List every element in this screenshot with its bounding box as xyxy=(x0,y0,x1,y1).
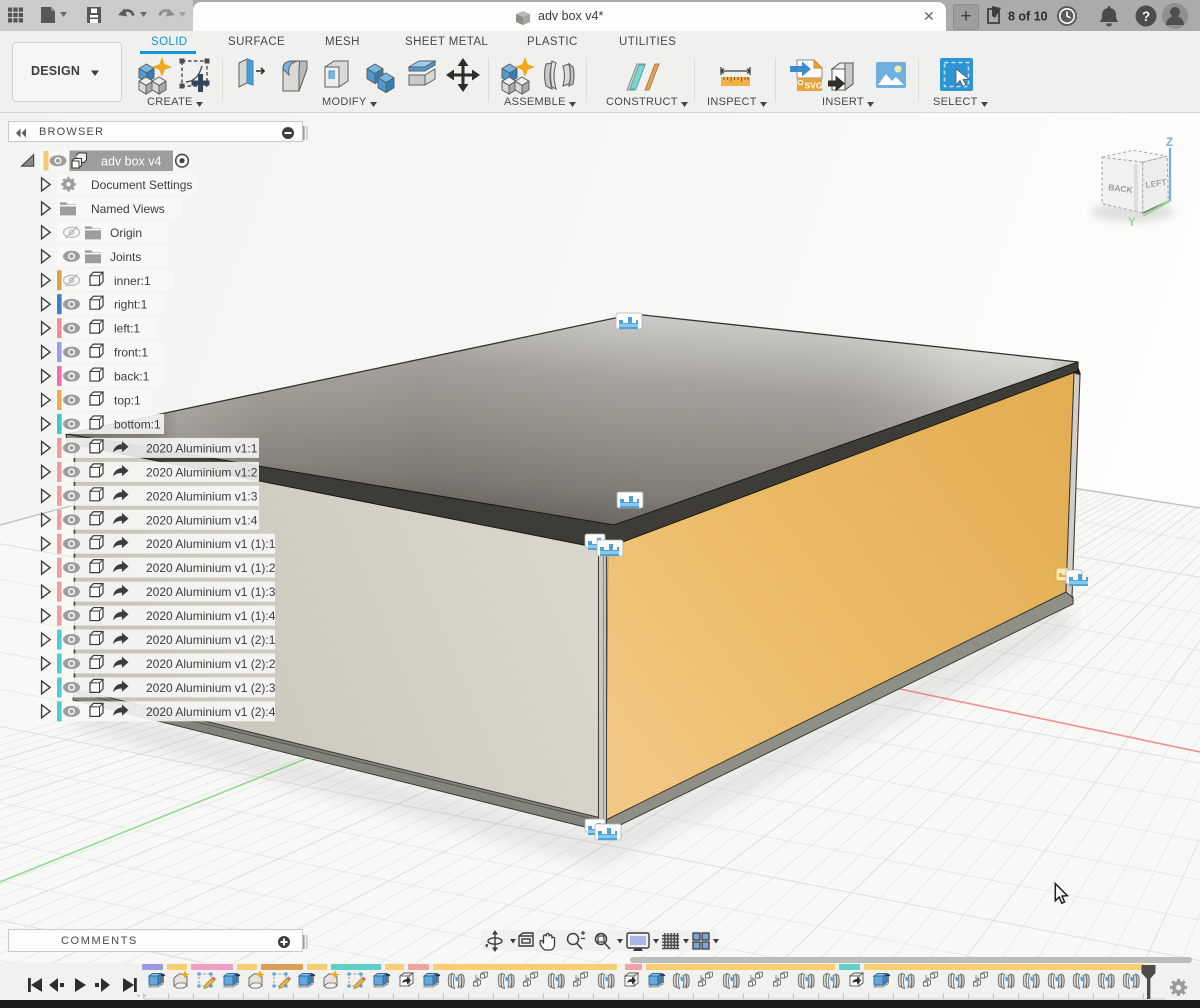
svg-text:2020 Aluminium v1 (1):4: 2020 Aluminium v1 (1):4 xyxy=(146,609,276,623)
svg-text:back:1: back:1 xyxy=(114,370,150,384)
svg-text:right:1: right:1 xyxy=(114,298,148,312)
svg-text:Y: Y xyxy=(1128,217,1136,229)
svg-text:2020 Aluminium v1 (1):1: 2020 Aluminium v1 (1):1 xyxy=(146,537,276,551)
svg-text:Origin: Origin xyxy=(110,226,142,240)
svg-text:2020 Aluminium v1 (2):4: 2020 Aluminium v1 (2):4 xyxy=(146,705,276,719)
svg-text:Z: Z xyxy=(1166,137,1173,149)
svg-text:inner:1: inner:1 xyxy=(114,274,151,288)
svg-text:Named Views: Named Views xyxy=(91,202,165,216)
svg-text:2020 Aluminium v1 (2):3: 2020 Aluminium v1 (2):3 xyxy=(146,681,276,695)
svg-text:SVG: SVG xyxy=(805,81,823,91)
svg-text:Joints: Joints xyxy=(110,250,141,264)
svg-text:front:1: front:1 xyxy=(114,346,148,360)
svg-text:?: ? xyxy=(1142,9,1150,24)
svg-text:2020 Aluminium v1 (2):1: 2020 Aluminium v1 (2):1 xyxy=(146,633,276,647)
svg-text:2020 Aluminium v1 (1):2: 2020 Aluminium v1 (1):2 xyxy=(146,561,276,575)
svg-text:2020 Aluminium v1:2: 2020 Aluminium v1:2 xyxy=(146,465,258,479)
svg-text:adv box v4: adv box v4 xyxy=(101,154,162,168)
svg-text:Document Settings: Document Settings xyxy=(91,178,192,192)
svg-text:2020 Aluminium v1 (1):3: 2020 Aluminium v1 (1):3 xyxy=(146,585,276,599)
svg-text:top:1: top:1 xyxy=(114,394,141,408)
svg-text:2020 Aluminium v1:4: 2020 Aluminium v1:4 xyxy=(146,513,258,527)
svg-text:2020 Aluminium v1:1: 2020 Aluminium v1:1 xyxy=(146,441,258,455)
svg-text:8 of 10: 8 of 10 xyxy=(1008,10,1048,24)
svg-text:bottom:1: bottom:1 xyxy=(114,417,161,431)
svg-text:2020 Aluminium v1 (2):2: 2020 Aluminium v1 (2):2 xyxy=(146,657,276,671)
svg-text:left:1: left:1 xyxy=(114,322,140,336)
svg-text:2020 Aluminium v1:3: 2020 Aluminium v1:3 xyxy=(146,489,258,503)
